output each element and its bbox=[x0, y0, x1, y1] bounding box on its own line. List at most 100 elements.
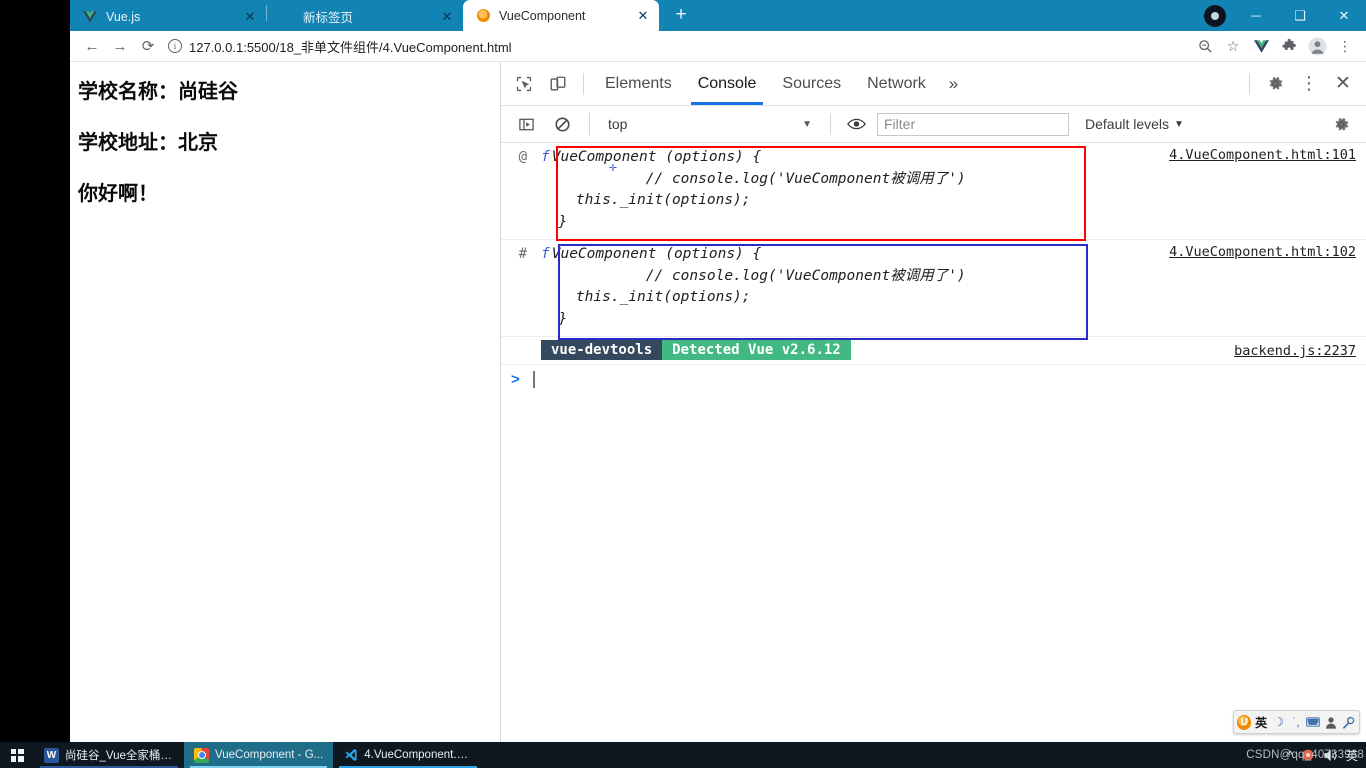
console-sidebar-icon[interactable] bbox=[509, 107, 543, 141]
vscode-icon bbox=[343, 748, 358, 763]
log-line: this._init(options); bbox=[541, 289, 751, 305]
maximize-button[interactable]: ❑ bbox=[1278, 0, 1322, 31]
text-caret bbox=[533, 370, 535, 388]
screen: Vue.js ✕ 新标签页 ✕ VueComponent ✕ + ─ ❑ ✕ ←… bbox=[0, 0, 1366, 768]
new-tab-button[interactable]: + bbox=[667, 1, 695, 29]
function-keyword: f bbox=[541, 246, 550, 262]
inspect-element-icon[interactable] bbox=[507, 67, 541, 101]
log-source-link[interactable]: 4.VueComponent.html:102 bbox=[1169, 244, 1356, 260]
page-line-greeting: 你好啊！ bbox=[78, 181, 158, 205]
log-line: // console.log('VueComponent被调用了') bbox=[541, 170, 966, 187]
console-prompt[interactable]: > bbox=[501, 365, 1366, 393]
blank-favicon bbox=[279, 9, 295, 25]
devtools-panel: Elements Console Sources Network » ⋮ ✕ t… bbox=[501, 62, 1366, 742]
chevron-down-icon: ▼ bbox=[1174, 118, 1184, 130]
log-source-link[interactable]: 4.VueComponent.html:101 bbox=[1169, 147, 1356, 163]
console-log-entry[interactable]: @ f VueComponent (options) { // console.l… bbox=[501, 143, 1366, 240]
punctuation-icon[interactable]: ˙, bbox=[1288, 714, 1303, 730]
tab-strip: Vue.js ✕ 新标签页 ✕ VueComponent ✕ + ─ ❑ ✕ bbox=[70, 0, 1366, 31]
ime-floating-toolbar[interactable]: U 英 ☽ ˙, bbox=[1233, 710, 1360, 734]
tab-network[interactable]: Network bbox=[854, 62, 939, 105]
address-bar[interactable]: i 127.0.0.1:5500/18_非单文件组件/4.VueComponen… bbox=[168, 34, 1186, 58]
divider bbox=[583, 72, 584, 95]
moon-icon[interactable]: ☽ bbox=[1271, 714, 1286, 730]
badge-left-text: vue-devtools bbox=[541, 340, 663, 360]
window-controls: ─ ❑ ✕ bbox=[1200, 0, 1366, 31]
more-tabs-icon[interactable]: » bbox=[939, 74, 968, 94]
chevron-down-icon: ▼ bbox=[802, 118, 812, 130]
close-icon[interactable]: ✕ bbox=[439, 9, 455, 25]
prompt-chevron-icon: > bbox=[511, 370, 520, 388]
log-line: f VueComponent (options) { bbox=[541, 246, 762, 262]
taskbar-item-label: 尚硅谷_Vue全家桶.d... bbox=[65, 750, 174, 762]
console-log-entry[interactable]: # f VueComponent (options) { // console.l… bbox=[501, 240, 1366, 337]
back-icon[interactable]: ← bbox=[78, 32, 106, 60]
word-icon: W bbox=[44, 747, 59, 763]
close-devtools-icon[interactable]: ✕ bbox=[1326, 67, 1360, 101]
omnibox-actions: ☆ ⋮ bbox=[1192, 33, 1358, 59]
system-tray: ^ 英 CSDN@qq_40733968 bbox=[1246, 747, 1366, 764]
chrome-menu-icon[interactable]: ⋮ bbox=[1332, 33, 1358, 59]
console-output[interactable]: @ f VueComponent (options) { // console.l… bbox=[501, 143, 1366, 742]
log-levels-dropdown[interactable]: Default levels ▼ bbox=[1085, 116, 1184, 132]
log-line: // console.log('VueComponent被调用了') bbox=[541, 267, 966, 284]
navigation-bar: ← → ⟳ i 127.0.0.1:5500/18_非单文件组件/4.VueCo… bbox=[70, 31, 1366, 62]
devtools-tabbar-actions: ⋮ ✕ bbox=[1241, 67, 1366, 101]
taskbar-item-word[interactable]: W 尚硅谷_Vue全家桶.d... bbox=[34, 742, 184, 768]
chrome-browser-window: Vue.js ✕ 新标签页 ✕ VueComponent ✕ + ─ ❑ ✕ ←… bbox=[70, 0, 1366, 742]
taskbar-item-vscode[interactable]: 4.VueComponent.ht... bbox=[333, 742, 483, 768]
clear-console-icon[interactable] bbox=[545, 107, 579, 141]
close-window-button[interactable]: ✕ bbox=[1322, 0, 1366, 31]
user-icon[interactable] bbox=[1323, 714, 1338, 730]
log-line: f VueComponent (options) { bbox=[541, 149, 762, 165]
live-expression-eye-icon[interactable] bbox=[841, 109, 871, 139]
page-line-school-address: 学校地址：北京 bbox=[78, 130, 218, 154]
sogou-logo-icon[interactable]: U bbox=[1237, 714, 1252, 730]
tab-elements[interactable]: Elements bbox=[592, 62, 685, 105]
start-windows-icon[interactable] bbox=[0, 742, 34, 768]
forward-icon[interactable]: → bbox=[106, 32, 134, 60]
log-line: } bbox=[541, 213, 568, 230]
vue-devtools-logo-icon bbox=[475, 8, 491, 24]
divider bbox=[1249, 72, 1250, 95]
soft-keyboard-icon[interactable] bbox=[1306, 714, 1321, 730]
extensions-puzzle-icon[interactable] bbox=[1276, 33, 1302, 59]
chrome-icon bbox=[194, 747, 209, 763]
profile-avatar-icon[interactable] bbox=[1304, 33, 1330, 59]
zoom-icon[interactable] bbox=[1192, 33, 1218, 59]
taskbar-item-label: VueComponent - G... bbox=[215, 749, 324, 761]
profile-avatar-icon[interactable] bbox=[1200, 4, 1230, 28]
page-content: 学校名称：尚硅谷 学校地址：北京 你好啊！ bbox=[70, 62, 501, 742]
close-icon[interactable]: ✕ bbox=[242, 9, 258, 25]
browser-tab-vuecomponent[interactable]: VueComponent ✕ bbox=[463, 0, 659, 31]
browser-tab-newtab[interactable]: 新标签页 ✕ bbox=[267, 2, 463, 31]
console-filter-bar: top ▼ Filter Default levels ▼ bbox=[501, 106, 1366, 143]
log-line: this._init(options); bbox=[541, 192, 751, 208]
vue-devtools-extension-icon[interactable] bbox=[1248, 33, 1274, 59]
browser-tab-vuejs[interactable]: Vue.js ✕ bbox=[70, 2, 266, 31]
minimize-button[interactable]: ─ bbox=[1234, 0, 1278, 31]
divider bbox=[589, 113, 590, 135]
close-icon[interactable]: ✕ bbox=[635, 8, 651, 24]
site-info-icon[interactable]: i bbox=[168, 39, 182, 53]
ime-mode-chinese-icon[interactable]: 英 bbox=[1253, 714, 1268, 730]
log-source-link[interactable]: backend.js:2237 bbox=[1234, 343, 1356, 359]
log-line: } bbox=[541, 310, 568, 327]
console-context-selector[interactable]: top ▼ bbox=[600, 112, 820, 136]
devtools-menu-icon[interactable]: ⋮ bbox=[1292, 67, 1326, 101]
vue-devtools-badge: vue-devtools Detected Vue v2.6.12 bbox=[541, 340, 851, 360]
console-filter-input[interactable]: Filter bbox=[877, 112, 1069, 136]
tab-sources[interactable]: Sources bbox=[769, 62, 854, 105]
reload-icon[interactable]: ⟳ bbox=[134, 32, 162, 60]
devtools-tab-bar: Elements Console Sources Network » ⋮ ✕ bbox=[501, 62, 1366, 106]
taskbar-item-chrome[interactable]: VueComponent - G... bbox=[184, 742, 334, 768]
device-toolbar-icon[interactable] bbox=[541, 67, 575, 101]
tab-title: VueComponent bbox=[499, 8, 586, 23]
console-log-entry-vue-devtools[interactable]: vue-devtools Detected Vue v2.6.12 backen… bbox=[501, 337, 1366, 365]
bookmark-star-icon[interactable]: ☆ bbox=[1220, 33, 1246, 59]
toolbox-wrench-icon[interactable] bbox=[1341, 714, 1356, 730]
viewport-row: 学校名称：尚硅谷 学校地址：北京 你好啊！ Elements Console S… bbox=[70, 62, 1366, 742]
settings-gear-icon[interactable] bbox=[1258, 67, 1292, 101]
console-settings-gear-icon[interactable] bbox=[1324, 107, 1358, 141]
tab-console[interactable]: Console bbox=[685, 62, 770, 105]
